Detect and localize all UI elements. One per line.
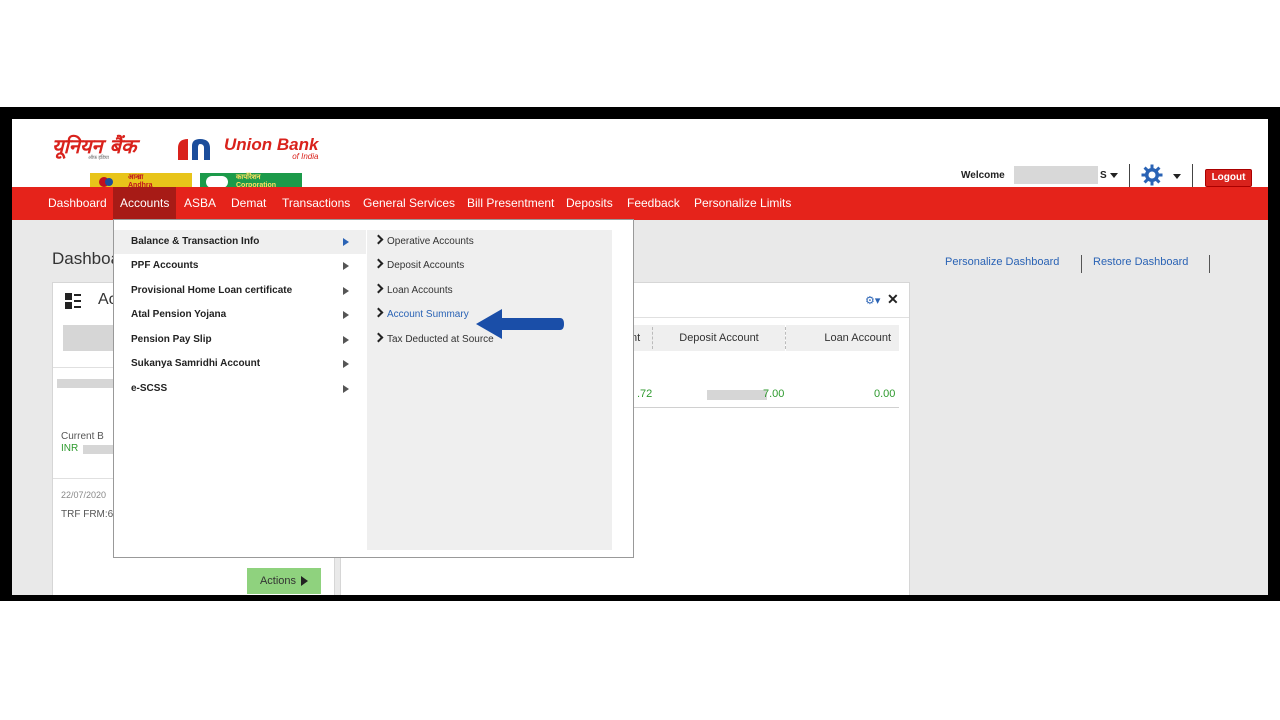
deposit-value: 7.00 [763, 388, 785, 400]
actions-label: Actions [259, 575, 297, 587]
divider [1081, 255, 1082, 273]
menu-item-label: e-SCSS [131, 383, 168, 394]
nav-asba[interactable]: ASBA [184, 187, 216, 220]
loan-value: 0.00 [874, 388, 896, 400]
chevron-right-icon [343, 262, 349, 270]
chevron-down-icon[interactable] [1173, 174, 1181, 179]
close-icon[interactable]: ✕ [887, 291, 899, 308]
username-redaction [1014, 166, 1098, 184]
corporation-hindi: कार्पोरेशन [236, 174, 261, 181]
chevron-right-icon [373, 258, 384, 269]
divider [1129, 164, 1130, 188]
transaction-desc: TRF FRM:6 [61, 509, 114, 520]
chevron-right-icon [343, 360, 349, 368]
chevron-right-icon [343, 385, 349, 393]
currency-label: INR [61, 443, 79, 454]
chevron-right-icon [373, 234, 384, 245]
submenu-deposit-accounts[interactable]: Deposit Accounts [373, 257, 465, 275]
menu-item-e-scss[interactable]: e-SCSS [114, 377, 366, 401]
submenu-label: Deposit Accounts [387, 260, 465, 271]
menu-item-label: Sukanya Samridhi Account [131, 358, 261, 369]
nav-deposits[interactable]: Deposits [566, 187, 613, 220]
deposit-redaction [707, 390, 767, 400]
actions-button[interactable]: Actions [247, 568, 321, 594]
column-header-deposit: Deposit Account [653, 325, 785, 351]
divider [625, 407, 899, 408]
submenu-operative-accounts[interactable]: Operative Accounts [373, 233, 474, 251]
chevron-right-icon [343, 238, 349, 246]
nav-feedback[interactable]: Feedback [627, 187, 680, 220]
nav-general-services[interactable]: General Services [363, 187, 455, 220]
menu-item-label: Pension Pay Slip [131, 334, 212, 345]
chevron-down-icon [1109, 172, 1118, 178]
menu-item-atal-pension-yojana[interactable]: Atal Pension Yojana [114, 303, 366, 327]
submenu-label: Account Summary [387, 309, 469, 320]
page-title: Dashboa [52, 249, 121, 268]
nav-dashboard[interactable]: Dashboard [48, 187, 107, 220]
chevron-right-icon [343, 336, 349, 344]
logo-hindi-sub: ऑफ़ इंडिया [88, 155, 109, 161]
menu-item-pension-pay-slip[interactable]: Pension Pay Slip [114, 328, 366, 352]
chevron-right-icon [343, 287, 349, 295]
nav-transactions[interactable]: Transactions [282, 187, 350, 220]
settings-icon[interactable]: ⚙▾ [865, 294, 880, 307]
balance-redaction [83, 445, 113, 454]
chevron-right-icon [373, 283, 384, 294]
submenu-label: Operative Accounts [387, 236, 474, 247]
submenu-account-summary[interactable]: Account Summary [373, 306, 469, 324]
menu-item-balance-transaction-info[interactable]: Balance & Transaction Info [114, 230, 366, 254]
play-icon [301, 576, 309, 587]
restore-dashboard-link[interactable]: Restore Dashboard [1093, 256, 1188, 268]
user-suffix: S [1100, 170, 1107, 181]
logout-button[interactable]: Logout [1205, 169, 1252, 187]
browser-screen: यूनियन बैंक ऑफ़ इंडिया Union Bank of Ind… [12, 119, 1268, 595]
menu-item-sukanya-samridhi[interactable]: Sukanya Samridhi Account [114, 352, 366, 376]
account-card-icon [65, 293, 81, 309]
arrow-left-icon [476, 309, 564, 339]
header: यूनियन बैंक ऑफ़ इंडिया Union Bank of Ind… [12, 119, 1268, 191]
chevron-right-icon [373, 307, 384, 318]
menu-item-ppf-accounts[interactable]: PPF Accounts [114, 254, 366, 278]
chevron-right-icon [343, 311, 349, 319]
union-bank-logo-icon [178, 139, 210, 160]
column-header-loan-label: Loan Account [824, 332, 891, 344]
video-frame: यूनियन बैंक ऑफ़ इंडिया Union Bank of Ind… [0, 107, 1280, 601]
main-nav: Dashboard Accounts ASBA Demat Transactio… [12, 187, 1268, 220]
menu-item-label: Atal Pension Yojana [131, 309, 227, 320]
transaction-date: 22/07/2020 [61, 490, 107, 500]
submenu-loan-accounts[interactable]: Loan Accounts [373, 282, 453, 300]
submenu-panel: Operative Accounts Deposit Accounts Loan… [367, 230, 612, 550]
menu-item-label: Balance & Transaction Info [131, 236, 260, 247]
accounts-dropdown-menu: Balance & Transaction Info PPF Accounts … [113, 219, 634, 558]
user-menu[interactable]: S [1100, 170, 1118, 181]
welcome-label: Welcome [961, 170, 1005, 181]
nav-demat[interactable]: Demat [231, 187, 266, 220]
submenu-label: Loan Accounts [387, 285, 453, 296]
current-balance-label: Current B [61, 431, 104, 442]
operative-value: .72 [637, 388, 653, 400]
nav-accounts[interactable]: Accounts [113, 187, 177, 220]
account-number-redaction [57, 379, 117, 388]
menu-item-label: Provisional Home Loan certificate [131, 285, 293, 296]
menu-item-home-loan-certificate[interactable]: Provisional Home Loan certificate [114, 279, 366, 303]
column-header-loan: Loan Account [786, 325, 899, 351]
nav-personalize-limits[interactable]: Personalize Limits [694, 187, 791, 220]
andhra-hindi: आन्ध्रा [128, 174, 144, 181]
account-select[interactable] [63, 325, 119, 351]
logo-english: Union Bank of India [224, 135, 318, 161]
divider [1192, 164, 1193, 188]
gear-icon[interactable] [1141, 164, 1163, 186]
menu-item-label: PPF Accounts [131, 260, 199, 271]
divider [1209, 255, 1210, 273]
chevron-right-icon [373, 332, 384, 343]
personalize-dashboard-link[interactable]: Personalize Dashboard [945, 256, 1059, 268]
nav-bill-presentment[interactable]: Bill Presentment [467, 187, 554, 220]
